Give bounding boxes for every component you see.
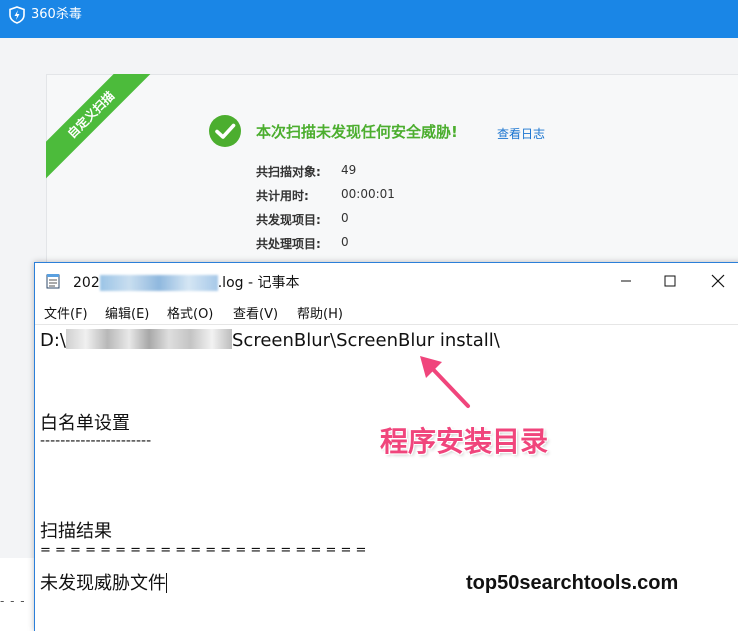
result-text-line: 未发现威胁文件 bbox=[40, 569, 167, 595]
app-title: 360杀毒 bbox=[31, 7, 82, 22]
scan-type-ribbon: 自定义扫描 bbox=[46, 74, 166, 194]
minimize-button[interactable] bbox=[603, 263, 649, 299]
install-path-line: D:\ ScreenBlur\ScreenBlur install\ bbox=[40, 329, 500, 351]
shield-lightning-icon bbox=[9, 6, 25, 24]
bottom-dashes: - - - bbox=[0, 594, 26, 608]
menu-file[interactable]: 文件(F) bbox=[44, 303, 88, 322]
watermark: top50searchtools.com bbox=[466, 572, 679, 594]
stat-label: 共扫描对象: bbox=[256, 165, 321, 179]
stat-value: 49 bbox=[341, 163, 357, 177]
scan-result-title: 本次扫描未发现任何安全威胁! bbox=[256, 123, 458, 141]
result-text: 未发现威胁文件 bbox=[40, 573, 166, 594]
menu-help[interactable]: 帮助(H) bbox=[297, 303, 343, 322]
redacted-path bbox=[66, 329, 232, 349]
stat-value: 00:00:01 bbox=[341, 187, 395, 201]
app-titlebar: 360杀毒 bbox=[0, 0, 738, 38]
menu-format[interactable]: 格式(O) bbox=[167, 303, 213, 322]
check-circle-icon bbox=[209, 115, 241, 147]
stat-label: 共发现项目: bbox=[256, 213, 321, 227]
notepad-menubar: 文件(F) 编辑(E) 格式(O) 查看(V) 帮助(H) bbox=[35, 299, 738, 323]
notepad-titlebar[interactable]: 202 .log - 记事本 bbox=[35, 263, 738, 299]
text-caret bbox=[166, 573, 167, 593]
annotation-arrow bbox=[420, 356, 470, 408]
close-button[interactable] bbox=[695, 263, 738, 299]
stat-label: 共计用时: bbox=[256, 189, 309, 203]
annotation-label: 程序安装目录 bbox=[380, 425, 549, 458]
redacted-filename bbox=[99, 275, 218, 291]
whitelist-rule: ---------------------- bbox=[40, 433, 152, 449]
title-prefix: 202 bbox=[73, 275, 100, 291]
notepad-icon bbox=[46, 274, 60, 289]
path-prefix: D:\ bbox=[40, 330, 66, 351]
view-log-link[interactable]: 查看日志 bbox=[497, 125, 545, 142]
stat-value: 0 bbox=[341, 235, 349, 249]
maximize-button[interactable] bbox=[647, 263, 693, 299]
menu-edit[interactable]: 编辑(E) bbox=[105, 303, 149, 322]
whitelist-heading: 白名单设置 bbox=[40, 413, 130, 434]
stat-label: 共处理项目: bbox=[256, 237, 321, 251]
ribbon-label: 自定义扫描 bbox=[46, 74, 161, 185]
result-rule: = = = = = = = = = = = = = = = = = = = = … bbox=[40, 543, 367, 558]
result-heading: 扫描结果 bbox=[40, 521, 112, 542]
notepad-title: 202 .log - 记事本 bbox=[73, 272, 299, 292]
stat-value: 0 bbox=[341, 211, 349, 225]
menu-view[interactable]: 查看(V) bbox=[233, 303, 278, 322]
title-suffix: .log - 记事本 bbox=[217, 275, 300, 291]
path-suffix: ScreenBlur\ScreenBlur install\ bbox=[232, 330, 500, 351]
